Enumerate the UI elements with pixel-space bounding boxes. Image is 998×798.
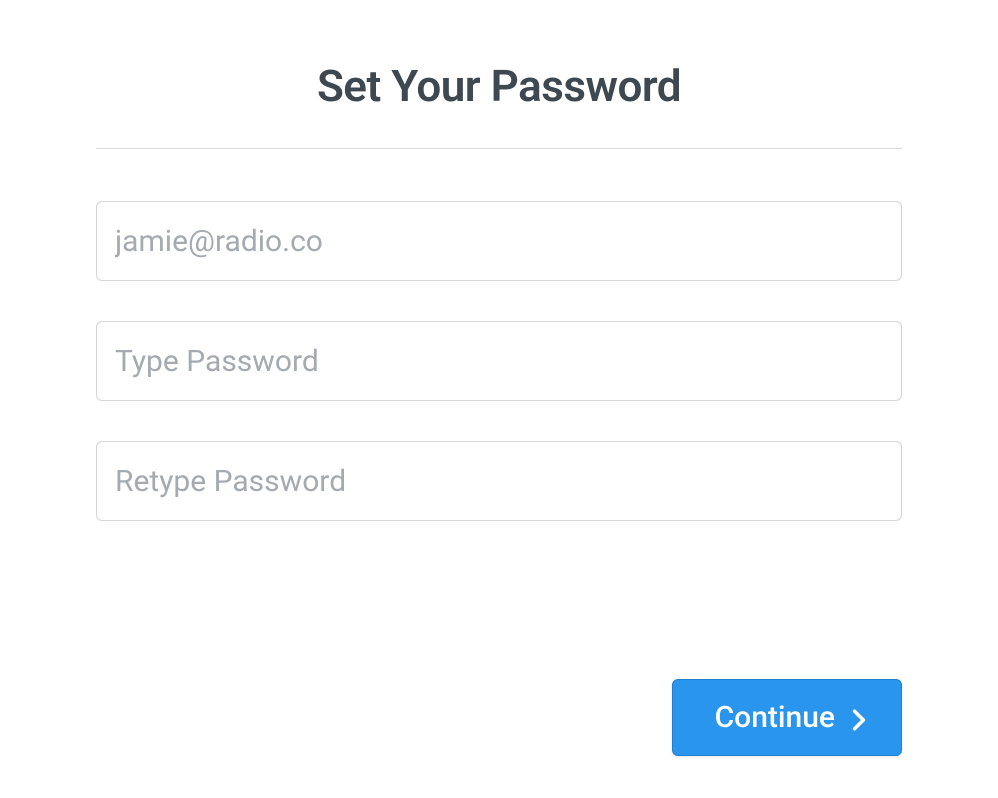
continue-button[interactable]: Continue bbox=[672, 679, 902, 756]
set-password-panel: Set Your Password bbox=[0, 0, 998, 521]
continue-button-label: Continue bbox=[715, 700, 835, 735]
email-field bbox=[96, 201, 902, 281]
password-confirm-field[interactable] bbox=[96, 441, 902, 521]
chevron-right-icon bbox=[849, 704, 869, 732]
page-title: Set Your Password bbox=[96, 60, 902, 112]
divider bbox=[96, 148, 902, 149]
password-form bbox=[96, 201, 902, 521]
password-field[interactable] bbox=[96, 321, 902, 401]
action-row: Continue bbox=[672, 679, 902, 756]
